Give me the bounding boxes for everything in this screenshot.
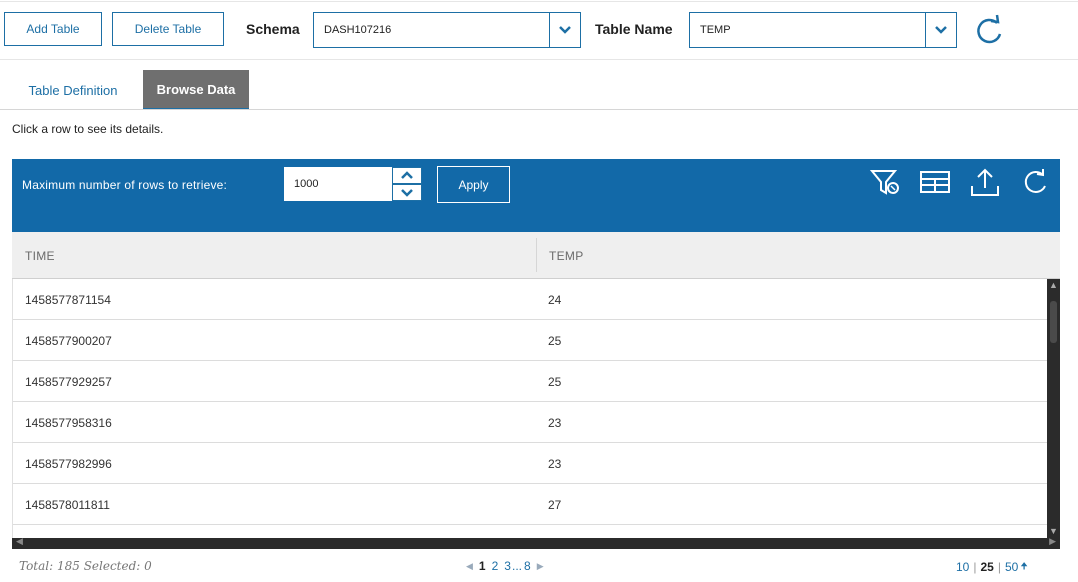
cell-time: 1458577982996 [25,457,112,471]
cell-temp: 27 [548,498,562,512]
tab-bar: Table Definition Browse Data [0,70,1078,110]
scroll-right-icon[interactable]: ▶ [1049,536,1056,547]
divider: | [973,560,977,574]
table-name-select[interactable]: TEMP [689,12,957,48]
cell-time: 1458578011811 [25,498,110,512]
decrement-button[interactable] [392,184,422,201]
table-row[interactable]: 1458578011811 27 [13,484,1047,525]
schema-value: DASH107216 [324,24,392,36]
cell-temp: 24 [548,293,562,307]
table-name-value: TEMP [700,24,731,36]
schema-label: Schema [246,21,300,37]
page-size-option[interactable]: 50 [1005,560,1018,574]
hint-text: Click a row to see its details. [12,122,164,136]
pagination: ◀ 1 2 3 ... 8 ▶ [466,559,544,573]
table-name-label: Table Name [595,21,673,37]
table-header: TIME TEMP [12,232,1060,279]
cell-temp: 23 [548,416,562,430]
page-link[interactable]: 8 [524,559,531,573]
export-icon[interactable] [968,165,1002,199]
column-header-time[interactable]: TIME [25,249,55,263]
page-size-option[interactable]: 10 [956,560,969,574]
total-selected-text: Total: 185 Selected: 0 [19,559,152,573]
scroll-up-icon[interactable]: ▲ [1047,279,1060,292]
tab-browse-data[interactable]: Browse Data [143,70,249,110]
page-size-option[interactable]: 25 [980,560,993,574]
column-header-temp[interactable]: TEMP [549,249,584,263]
add-table-button[interactable]: Add Table [4,12,102,46]
column-divider[interactable] [536,238,537,272]
page-size-selector: 10 | 25 | 50 🠉 [956,559,1028,575]
page-link[interactable]: 3 [504,559,511,573]
cell-temp: 25 [548,375,562,389]
page-link[interactable]: 2 [492,559,499,573]
table-row[interactable]: 1458577958316 23 [13,402,1047,443]
table-body: 1458577871154 24 1458577900207 25 14585779… [12,279,1047,538]
page-ellipsis: ... [511,559,522,573]
cell-time: 1458577929257 [25,375,112,389]
table-row[interactable]: 1458577871154 24 [13,279,1047,320]
max-rows-value: 1000 [294,178,319,190]
table-row[interactable]: 1458577929257 25 [13,361,1047,402]
vertical-scrollbar[interactable]: ▲ ▼ [1047,279,1060,538]
tab-table-definition[interactable]: Table Definition [12,70,134,110]
toolbar: Add Table Delete Table Schema DASH107216… [0,0,1078,60]
table-row[interactable]: 1458577982996 23 [13,443,1047,484]
scrollbar-thumb[interactable] [1050,301,1057,343]
divider: | [997,560,1001,574]
prev-page-icon[interactable]: ◀ [466,561,473,572]
page-link[interactable]: 1 [479,559,486,573]
cell-time: 1458577958316 [25,416,112,430]
apply-button[interactable]: Apply [437,166,510,203]
refresh-icon[interactable] [972,12,1006,48]
increment-button[interactable] [392,167,422,184]
next-page-icon[interactable]: ▶ [537,561,544,572]
divider [0,59,1078,60]
delete-table-button[interactable]: Delete Table [112,12,224,46]
divider [0,109,1078,110]
divider [0,1,1078,2]
grid-footer: Total: 185 Selected: 0 ◀ 1 2 3 ... 8 ▶ 1… [0,556,1078,578]
chevron-down-icon[interactable] [549,13,580,47]
cell-time: 1458577900207 [25,334,112,348]
chevron-down-icon[interactable] [925,13,956,47]
cell-time: 1458577871154 [25,293,111,307]
chevron-down-icon [401,189,413,197]
max-rows-label: Maximum number of rows to retrieve: [22,178,228,192]
scroll-left-icon[interactable]: ◀ [16,536,23,547]
cell-temp: 23 [548,457,562,471]
refresh-icon[interactable] [1018,165,1052,199]
table-row[interactable]: 1458577900207 25 [13,320,1047,361]
cell-temp: 25 [548,334,562,348]
horizontal-scrollbar[interactable]: ◀ ▶ [12,536,1060,549]
max-rows-input[interactable]: 1000 [284,167,392,201]
columns-icon[interactable] [918,165,952,199]
sort-up-icon: 🠉 [1020,561,1028,571]
chevron-up-icon [401,171,413,179]
schema-select[interactable]: DASH107216 [313,12,581,48]
grid-toolbar: Maximum number of rows to retrieve: 1000… [12,159,1060,232]
table-row[interactable] [13,525,1047,538]
filter-icon[interactable] [868,165,902,199]
